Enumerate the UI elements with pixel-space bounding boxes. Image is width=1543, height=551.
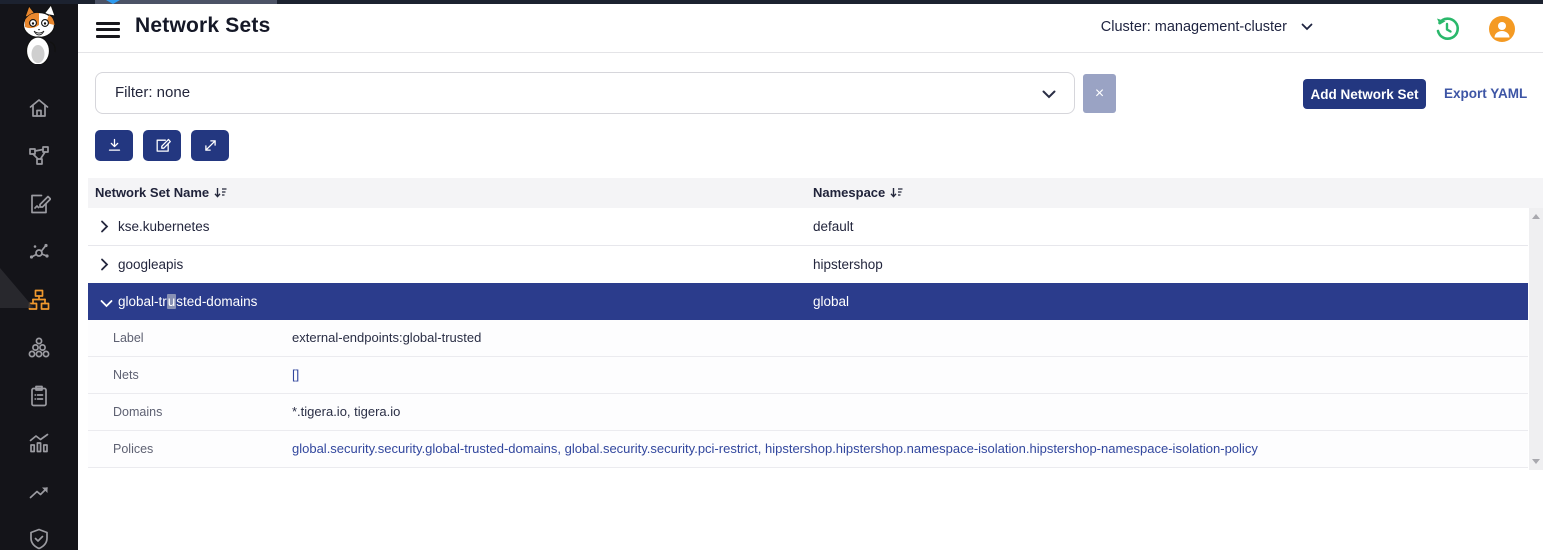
detail-value[interactable]: global.security.security.global-trusted-… [292, 441, 1258, 456]
network-set-name: global-trusted-domains [118, 294, 257, 309]
detail-value[interactable]: [] [292, 367, 299, 382]
filter-select-value: Filter: none [115, 84, 190, 101]
home-icon[interactable] [27, 96, 51, 120]
circles-cluster-icon[interactable] [27, 336, 51, 360]
detail-row-policies: Polices global.security.security.global-… [88, 431, 1528, 468]
detail-row-nets: Nets [] [88, 357, 1528, 394]
network-sets-page: Network Sets Cluster: management-cluster… [0, 0, 1543, 550]
detail-key: Domains [113, 405, 162, 419]
chevron-down-icon [1042, 86, 1056, 104]
detail-key: Polices [113, 442, 153, 456]
detail-key: Nets [113, 368, 139, 382]
namespace-value: default [813, 219, 854, 234]
user-avatar-icon[interactable] [1488, 15, 1516, 43]
table-row-selected[interactable]: global-trusted-domains global [88, 283, 1528, 320]
export-yaml-link[interactable]: Export YAML [1444, 86, 1527, 101]
calico-cat-logo [8, 4, 70, 64]
clear-filter-button[interactable]: × [1083, 74, 1116, 113]
browser-tab-segment [95, 0, 277, 4]
table-row[interactable]: googleapis hipstershop [88, 246, 1528, 284]
detail-row-domains: Domains *.tigera.io, tigera.io [88, 394, 1528, 431]
edit-icon [154, 137, 171, 154]
sidebar-fold-artifact [0, 268, 34, 308]
chevron-right-icon[interactable] [100, 258, 109, 276]
hamburger-menu-icon[interactable] [96, 18, 120, 38]
add-network-set-button[interactable]: Add Network Set [1303, 79, 1426, 109]
sort-icon[interactable] [214, 186, 227, 201]
namespace-value: global [813, 294, 849, 309]
cluster-selector[interactable]: Cluster: management-cluster [1101, 19, 1313, 35]
top-header: Network Sets Cluster: management-cluster [78, 4, 1543, 53]
expand-button[interactable] [191, 130, 229, 161]
shield-check-icon[interactable] [27, 527, 51, 551]
scrollbar-down-arrow[interactable] [1532, 459, 1540, 464]
trend-up-icon[interactable] [27, 479, 51, 503]
table-row[interactable]: kse.kubernetes default [88, 208, 1528, 246]
browser-tab-icon [106, 0, 120, 4]
download-button[interactable] [95, 130, 133, 161]
detail-value: *.tigera.io, tigera.io [292, 404, 400, 419]
expand-icon [202, 137, 219, 154]
network-set-name: googleapis [118, 257, 183, 272]
service-graph-icon[interactable] [27, 144, 51, 168]
namespace-value: hipstershop [813, 257, 883, 272]
table-header: Network Set Name Namespace [88, 178, 1543, 208]
chevron-down-icon [1301, 19, 1313, 35]
network-set-name: kse.kubernetes [118, 219, 210, 234]
scrollbar-up-arrow[interactable] [1532, 214, 1540, 219]
text-cursor-highlight: u [167, 294, 177, 309]
chevron-right-icon[interactable] [100, 220, 109, 238]
column-header-name[interactable]: Network Set Name [95, 185, 227, 201]
detail-row-label: Label external-endpoints:global-trusted [88, 320, 1528, 357]
bar-chart-icon[interactable] [27, 431, 51, 455]
history-icon[interactable] [1433, 15, 1461, 43]
column-header-namespace[interactable]: Namespace [813, 185, 903, 201]
clipboard-icon[interactable] [27, 384, 51, 408]
sort-icon[interactable] [890, 186, 903, 201]
chevron-down-icon[interactable] [100, 295, 113, 313]
edit-button[interactable] [143, 130, 181, 161]
cluster-selector-label: Cluster: management-cluster [1101, 19, 1287, 35]
table-scrollbar[interactable] [1529, 208, 1543, 470]
policy-edit-icon[interactable] [27, 192, 51, 216]
detail-key: Label [113, 331, 144, 345]
download-icon [106, 137, 123, 154]
filter-select[interactable]: Filter: none [95, 72, 1075, 114]
detail-value: external-endpoints:global-trusted [292, 330, 481, 345]
flow-graph-icon[interactable] [27, 240, 51, 264]
page-title: Network Sets [135, 14, 270, 38]
sidebar [0, 0, 78, 550]
browser-chrome-strip [0, 0, 1543, 4]
